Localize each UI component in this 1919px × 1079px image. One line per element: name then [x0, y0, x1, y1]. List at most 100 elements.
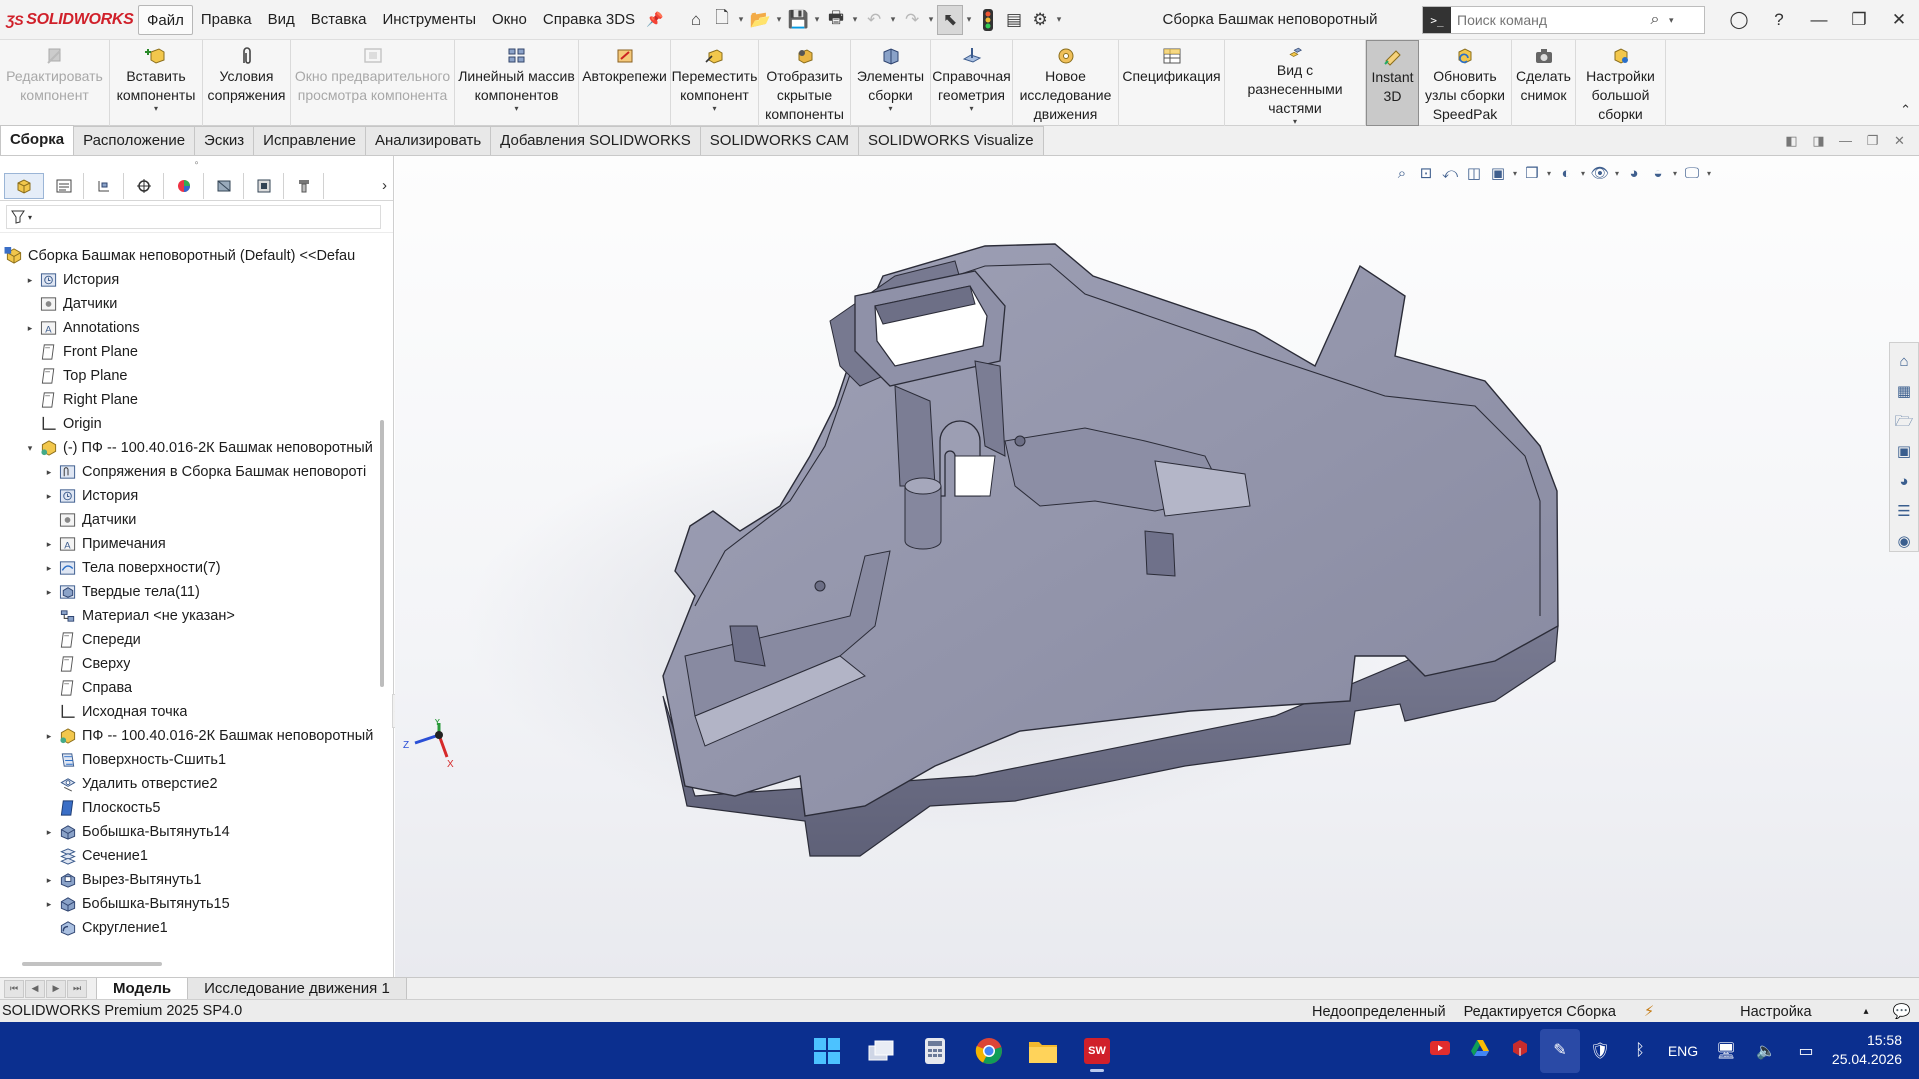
more-tabs-chevron-icon[interactable]: › — [382, 177, 387, 194]
exploded-view-dropdown[interactable]: ▾ — [1293, 118, 1297, 126]
app-tray-icon[interactable] — [1500, 1039, 1540, 1062]
file-explorer-button[interactable] — [1016, 1027, 1070, 1075]
pin-menu-icon[interactable]: 📌 — [645, 11, 665, 28]
print-icon[interactable]: 🖶 — [823, 5, 849, 35]
tree-node[interactable]: Right Plane — [0, 388, 378, 412]
search-icon[interactable]: ⌕ — [1641, 11, 1669, 29]
solidworks-resources-icon[interactable]: ⌂ — [1899, 347, 1908, 377]
custom-properties-icon[interactable]: ☰ — [1897, 497, 1910, 527]
dimxpert-tab-icon[interactable] — [124, 172, 164, 199]
tree-node[interactable]: Сечение1 — [0, 844, 378, 868]
tree-node[interactable]: Материал <не указан> — [0, 604, 378, 628]
tree-node[interactable]: Top Plane — [0, 364, 378, 388]
tree-node[interactable]: Front Plane — [0, 340, 378, 364]
open-icon[interactable]: 📂 — [747, 5, 773, 35]
tree-node[interactable]: ▸ Вырез-Вытянуть1 — [0, 868, 378, 892]
cam-feature-tab-icon[interactable] — [204, 172, 244, 199]
bluetooth-tray-icon[interactable]: ᛒ — [1620, 1042, 1660, 1060]
menu-file[interactable]: Файл — [138, 4, 193, 35]
reference-geometry-dropdown[interactable]: ▾ — [969, 105, 973, 113]
undo-icon[interactable]: ↶ — [861, 5, 887, 35]
bom-button[interactable]: Спецификация — [1119, 40, 1225, 126]
mate-button[interactable]: Условия сопряжения — [203, 40, 291, 126]
menu-tools[interactable]: Инструменты — [374, 5, 484, 35]
tree-node[interactable]: Скругление1 — [0, 916, 378, 940]
tree-node[interactable]: ▸ Бобышка-Вытянуть14 — [0, 820, 378, 844]
tree-node[interactable]: Спереди — [0, 628, 378, 652]
tree-node[interactable]: Датчики — [0, 508, 378, 532]
tab-motion-study-1[interactable]: Исследование движения 1 — [187, 977, 407, 1000]
task-view-button[interactable] — [854, 1027, 908, 1075]
tree-expander-icon[interactable]: ▸ — [42, 539, 56, 550]
new-dropdown[interactable]: ▾ — [735, 14, 747, 25]
tree-node[interactable]: Удалить отверстие2 — [0, 772, 378, 796]
tab-evaluate[interactable]: Анализировать — [364, 126, 492, 155]
calculator-button[interactable] — [908, 1027, 962, 1075]
prev-tab-icon[interactable]: ◀ — [25, 979, 45, 998]
rebuild-status-icon[interactable]: ⚡ — [1644, 1004, 1654, 1020]
filter-field[interactable]: ▾ — [6, 205, 381, 229]
language-indicator[interactable]: ENG — [1660, 1043, 1706, 1059]
search-input[interactable] — [1451, 12, 1641, 28]
solidworks-logo[interactable]: ƷS SOLIDWORKS — [0, 11, 138, 29]
solidworks-taskbar-button[interactable]: SW — [1070, 1027, 1124, 1075]
tab-sketch[interactable]: Эскиз — [194, 126, 255, 155]
select-dropdown[interactable]: ▾ — [963, 14, 975, 25]
graphics-area[interactable]: ⌕ ⊡ ⤺ ◫ ▣ ▾ ❒ ▾ ◐ ▾ 👁 ▾ ◕ ◒ ▾ 🖵 ▾ Y Z X … — [395, 156, 1919, 977]
insert-components-button[interactable]: Вставить компоненты ▾ — [110, 40, 203, 126]
tree-node[interactable]: ▸ Сопряжения в Сборка Башмак неповороті — [0, 460, 378, 484]
component-preview-button[interactable]: Окно предварительного просмотра компонен… — [291, 40, 455, 126]
tree-node[interactable]: ▸ A Annotations — [0, 316, 378, 340]
tree-node[interactable]: Сверху — [0, 652, 378, 676]
chrome-button[interactable] — [962, 1027, 1016, 1075]
update-speedpak-button[interactable]: Обновить узлы сборки SpeedPak — [1419, 40, 1512, 126]
tab-model[interactable]: Модель — [96, 977, 189, 1000]
tree-horizontal-scrollbar[interactable] — [22, 962, 162, 966]
tree-node[interactable]: Справа — [0, 676, 378, 700]
system-clock[interactable]: 15:58 25.04.2026 — [1818, 1031, 1902, 1069]
design-library-icon[interactable]: ▦ — [1897, 377, 1911, 407]
smart-fasteners-button[interactable]: Автокрепежи — [579, 40, 671, 126]
doc-restore-icon[interactable]: ❐ — [1859, 133, 1886, 149]
large-assembly-settings-button[interactable]: Настройки большой сборки — [1576, 40, 1666, 126]
take-snapshot-button[interactable]: Сделать снимок — [1512, 40, 1576, 126]
command-search[interactable]: >_ ⌕ ▾ — [1422, 6, 1705, 34]
last-tab-icon[interactable]: ⏭ — [67, 979, 87, 998]
file-explorer-icon[interactable]: 🗁 — [1895, 407, 1914, 437]
restore-button[interactable]: ❐ — [1839, 10, 1879, 30]
tab-solidworks-visualize[interactable]: SOLIDWORKS Visualize — [857, 126, 1044, 155]
tree-node[interactable]: ▸ ПФ -- 100.40.016-2К Башмак неповоротный — [0, 724, 378, 748]
insert-components-dropdown[interactable]: ▾ — [154, 105, 158, 113]
search-dropdown[interactable]: ▾ — [1669, 15, 1683, 26]
save-icon[interactable]: 💾 — [785, 5, 811, 35]
tab-layout[interactable]: Расположение — [73, 126, 196, 155]
tree-expander-icon[interactable]: ▸ — [42, 467, 56, 478]
redo-icon[interactable]: ↷ — [899, 5, 925, 35]
first-tab-icon[interactable]: ⏮ — [4, 979, 24, 998]
new-motion-study-button[interactable]: Новое исследование движения — [1013, 40, 1119, 126]
options-dropdown[interactable]: ▾ — [1053, 14, 1065, 25]
tree-expander-icon[interactable]: ▸ — [42, 563, 56, 574]
tree-node[interactable]: Датчики — [0, 292, 378, 316]
linear-pattern-dropdown[interactable]: ▾ — [514, 105, 518, 113]
tree-node[interactable]: ▸ Бобышка-Вытянуть15 — [0, 892, 378, 916]
featuremanager-tab-icon[interactable] — [4, 172, 44, 199]
menu-help[interactable]: Справка 3DS — [535, 5, 643, 35]
pen-tray-icon[interactable]: ✎ — [1540, 1028, 1580, 1073]
collapse-ribbon-icon[interactable]: ⌃ — [1900, 102, 1911, 118]
tree-node[interactable]: ▸ A Примечания — [0, 532, 378, 556]
volume-tray-icon[interactable]: 🔈 — [1746, 1041, 1786, 1061]
tree-expander-icon[interactable]: ▸ — [42, 827, 56, 838]
user-account-icon[interactable]: ◯ — [1719, 10, 1759, 30]
move-component-dropdown[interactable]: ▾ — [712, 105, 716, 113]
tree-node[interactable]: ▾ (-) ПФ -- 100.40.016-2К Башмак неповоро… — [0, 436, 378, 460]
tree-node[interactable]: ▸ Твердые тела(11) — [0, 580, 378, 604]
menu-insert[interactable]: Вставка — [303, 5, 375, 35]
tree-expander-icon[interactable]: ▸ — [42, 875, 56, 886]
options-gear-icon[interactable]: ⚙ — [1027, 5, 1053, 35]
solidworks-forum-icon[interactable]: ◉ — [1897, 527, 1910, 557]
menu-view[interactable]: Вид — [260, 5, 303, 35]
open-dropdown[interactable]: ▾ — [773, 14, 785, 25]
tree-expander-icon[interactable]: ▸ — [42, 587, 56, 598]
tree-node[interactable]: Сборка Башмак неповоротный (Default) <<D… — [0, 244, 378, 268]
